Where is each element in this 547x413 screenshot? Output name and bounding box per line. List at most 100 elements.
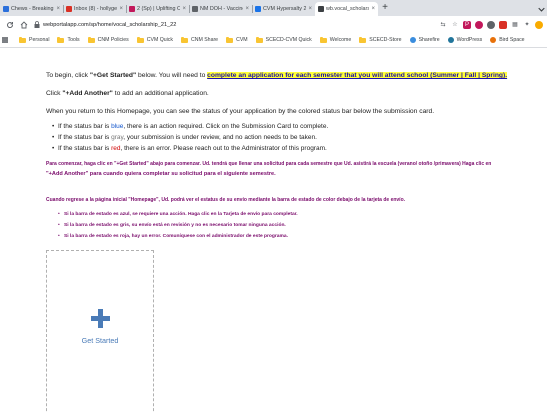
spanish-text: Para comenzar, haga clic en "+Get Starte…	[46, 161, 492, 167]
intro-text: below. You will need to	[136, 72, 208, 79]
tab-close-icon[interactable]: ×	[182, 6, 186, 12]
bookmark-label: CNM Share	[190, 37, 219, 43]
intro-text: To begin, click	[46, 72, 90, 79]
get-started-ref: "+Get Started"	[89, 72, 137, 79]
address-bar[interactable]: webportalapp.com/sp/home/vocal_scholarsh…	[34, 19, 433, 31]
home-icon	[20, 20, 27, 28]
add-another-ref: "+Add Another"	[62, 90, 113, 97]
bookmark-item[interactable]: Sharefire	[409, 37, 440, 43]
folder-icon	[87, 36, 95, 43]
tab-close-icon[interactable]: ×	[245, 6, 249, 12]
extension-puzzle-icon[interactable]: ✦	[523, 21, 531, 29]
bookmark-item[interactable]: CNM Policies	[87, 36, 129, 43]
apps-shortcut[interactable]	[2, 37, 11, 43]
lock-icon	[34, 21, 40, 28]
bookmark-favicon-icon	[447, 37, 454, 43]
bookmark-label: SCECD-Store	[369, 37, 402, 43]
folder-icon	[180, 36, 188, 43]
extension-pinterest-icon[interactable]: P	[463, 20, 471, 29]
status-word-blue: blue	[111, 123, 124, 130]
bookmark-label: Sharefire	[418, 37, 440, 43]
intro-line-1: To begin, click "+Get Started" below. Yo…	[46, 72, 508, 79]
bullet-text: If the status bar is	[58, 134, 112, 141]
tab-favicon-icon	[318, 6, 324, 12]
chevron-down-icon	[537, 7, 545, 12]
spanish-text: "+Add Another" para cuando quiera comple…	[46, 171, 276, 177]
tab-close-icon[interactable]: ×	[371, 6, 375, 12]
folder-icon	[226, 36, 234, 43]
spanish-bullet-blue: Si la barra de estado es azul, se requie…	[58, 212, 298, 217]
semester-application-link[interactable]: complete an application for each semeste…	[207, 72, 508, 79]
bookmark-item[interactable]: SCECD-Store	[359, 36, 402, 43]
bookmark-label: Personal	[29, 37, 50, 43]
bookmark-item[interactable]: CVM	[226, 36, 248, 43]
intro-text: Click	[46, 90, 63, 97]
bookmarks-bar: Personal Tools CNM Policies CVM Quick CNM Sh…	[0, 33, 547, 48]
bookmark-label: CVM	[236, 37, 248, 43]
bookmark-item[interactable]: Welcome	[319, 36, 351, 43]
status-word-gray: gray	[111, 134, 124, 141]
bookmark-item[interactable]: SCECD-CVM Quick	[255, 36, 312, 43]
status-word-red: red	[111, 145, 121, 152]
home-button[interactable]	[18, 19, 29, 30]
browser-tab-strip: Chews - Breaking News×Inbox (8) - hollyg…	[0, 0, 547, 16]
bullet-text: , there is an action required. Click on …	[123, 123, 329, 130]
tab-close-icon[interactable]: ×	[308, 6, 312, 12]
intro-line-3: When you return to this Homepage, you ca…	[46, 108, 435, 115]
folder-icon	[136, 36, 144, 43]
star-icon[interactable]: ☆	[451, 21, 459, 29]
bookmark-item[interactable]: Tools	[57, 36, 80, 43]
bookmark-label: CVM Quick	[146, 37, 173, 43]
tab-favicon-icon	[3, 6, 9, 12]
tab-favicon-icon	[129, 6, 135, 12]
tab-favicon-icon	[66, 6, 72, 12]
extension-circle-icon[interactable]	[475, 20, 483, 29]
extension-red-icon[interactable]	[499, 20, 507, 29]
tab-title: Inbox (8) - hollygeo@ga	[74, 6, 118, 12]
tab-search-button[interactable]	[535, 2, 547, 16]
browser-tab[interactable]: 2 (Sp) | Uplifting Centerpi×	[126, 2, 189, 16]
translate-icon[interactable]: ⇆	[439, 21, 447, 29]
tab-title: CVM Hypersalty 2021 - Zorz	[263, 6, 307, 12]
bookmark-item[interactable]: CVM Quick	[136, 36, 173, 43]
tab-favicon-icon	[255, 6, 261, 12]
tab-title: wb.vocal_scholarship_21_22	[326, 6, 370, 12]
bookmark-item[interactable]: Personal	[19, 36, 50, 43]
browser-tab[interactable]: NM DOH - Vaccine Registr×	[189, 2, 252, 16]
get-started-label: Get Started	[81, 336, 119, 345]
intro-text: to add an additional application.	[112, 90, 209, 97]
tab-close-icon[interactable]: ×	[56, 6, 60, 12]
spanish-paragraph-2: Cuando regrese a la página inicial "Home…	[46, 197, 406, 203]
tab-favicon-icon	[192, 6, 198, 12]
browser-tab[interactable]: Chews - Breaking News×	[0, 2, 63, 16]
get-started-card[interactable]: Get Started	[46, 250, 154, 413]
bookmark-item[interactable]: Bird Space	[490, 37, 525, 43]
browser-tab[interactable]: wb.vocal_scholarship_21_22×	[315, 2, 378, 16]
spanish-paragraph-1: Para comenzar, haga clic en "+Get Starte…	[46, 159, 534, 179]
extension-grid-icon[interactable]: ▦	[511, 21, 519, 29]
profile-avatar[interactable]	[535, 20, 543, 29]
new-tab-button[interactable]: +	[378, 2, 392, 16]
address-bar-url: webportalapp.com/sp/home/vocal_scholarsh…	[43, 21, 177, 28]
browser-tab[interactable]: CVM Hypersalty 2021 - Zorz×	[252, 2, 315, 16]
refresh-icon	[6, 21, 13, 28]
folder-icon	[19, 36, 26, 43]
spanish-bullet-gray: Si la barra de estado es gris, su envío …	[58, 223, 286, 228]
bullet-text: If the status bar is	[58, 145, 112, 152]
folder-icon	[57, 36, 65, 43]
tab-title: 2 (Sp) | Uplifting Centerpi	[137, 6, 181, 12]
bookmark-label: Tools	[67, 37, 80, 43]
intro-line-2: Click "+Add Another" to add an additiona…	[46, 90, 209, 97]
apps-grid-icon	[2, 37, 8, 43]
bullet-text: , there is an error. Please reach out to…	[120, 145, 327, 152]
folder-icon	[319, 36, 327, 43]
plus-icon	[90, 309, 110, 328]
bookmark-item[interactable]: WordPress	[447, 37, 482, 43]
bookmark-favicon-icon	[409, 37, 416, 43]
browser-tab[interactable]: Inbox (8) - hollygeo@ga×	[63, 2, 126, 16]
bookmark-favicon-icon	[490, 37, 497, 43]
tab-close-icon[interactable]: ×	[119, 6, 123, 12]
refresh-button[interactable]	[4, 19, 15, 30]
bookmark-item[interactable]: CNM Share	[180, 36, 219, 43]
extension-gray-icon[interactable]	[487, 20, 495, 29]
